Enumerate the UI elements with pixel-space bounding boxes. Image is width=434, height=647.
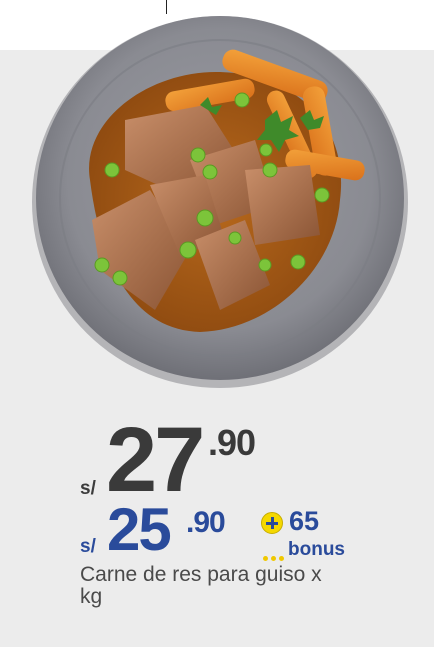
card-price-integer: 25 — [107, 496, 172, 563]
product-image — [32, 16, 408, 388]
bonus-points-value: 65 — [289, 506, 320, 536]
regular-price-currency: s/ — [80, 478, 96, 499]
card-price-decimal: .90 — [186, 506, 226, 539]
bonus-label: bonus — [288, 539, 345, 560]
regular-price-integer: 27 — [106, 409, 205, 511]
price-block: s/ 27 .90 s/ 25 .90 65 bonus Carne de re… — [80, 414, 420, 630]
card-price-currency: s/ — [80, 536, 96, 557]
product-name[interactable]: Carne de res para guiso x kg — [80, 564, 330, 608]
bonus-dots-icon — [263, 548, 287, 561]
bonus-points-badge: 65 bonus — [261, 506, 361, 568]
regular-price-decimal: .90 — [208, 422, 256, 463]
plus-circle-icon — [261, 512, 283, 534]
